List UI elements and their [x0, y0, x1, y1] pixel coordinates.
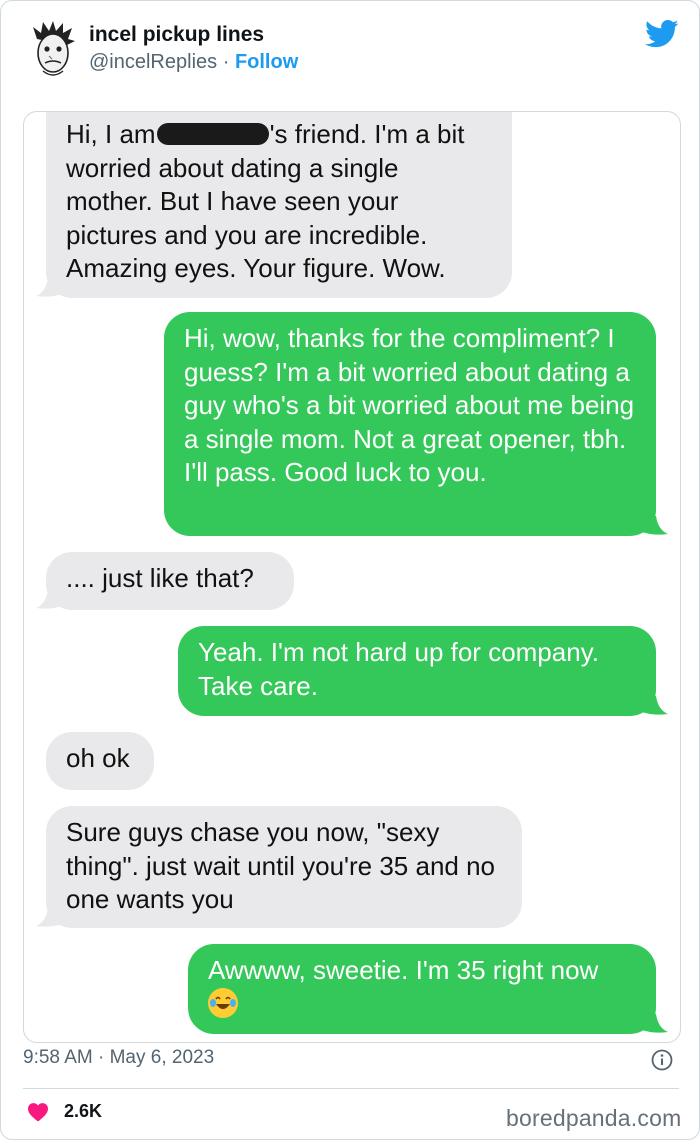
message-outgoing: Awwww, sweetie. I'm 35 right now — [188, 944, 656, 1034]
follow-button[interactable]: Follow — [235, 51, 298, 73]
tweet-card: incel pickup lines @incelReplies · Follo… — [0, 0, 700, 1140]
divider — [23, 1088, 679, 1089]
redacted-name — [156, 123, 269, 145]
message-outgoing: Yeah. I'm not hard up for company. Take … — [178, 626, 656, 716]
laughing-emoji-icon — [208, 987, 238, 1018]
message-text: Hi, wow, thanks for the compliment? I gu… — [184, 323, 635, 487]
author-name[interactable]: incel pickup lines — [89, 23, 264, 47]
message-incoming: oh ok — [46, 732, 154, 790]
message-text: Sure guys chase you now, "sexy thing". j… — [66, 817, 496, 914]
bubble-tail — [642, 696, 668, 715]
twitter-bird-icon[interactable] — [645, 19, 679, 49]
author-handle[interactable]: @incelReplies — [89, 51, 217, 73]
message-text: Awwww, sweetie. I'm 35 right now — [208, 955, 599, 985]
info-icon[interactable] — [651, 1049, 673, 1071]
message-incoming: Sure guys chase you now, "sexy thing". j… — [46, 806, 522, 928]
bubble-tail — [36, 908, 62, 927]
watermark: boredpanda.com — [506, 1105, 682, 1131]
message-text: Hi, I am — [66, 119, 156, 149]
author-handle-row: @incelReplies · Follow — [89, 51, 298, 74]
separator-dot: · — [222, 51, 230, 73]
tweet-timestamp[interactable]: 9:58 AM · May 6, 2023 — [23, 1047, 214, 1069]
message-text: oh ok — [66, 743, 130, 773]
message-text: Yeah. I'm not hard up for company. Take … — [198, 637, 599, 701]
avatar[interactable] — [23, 19, 83, 79]
message-outgoing: Hi, wow, thanks for the compliment? I gu… — [164, 312, 656, 536]
bubble-tail — [642, 516, 668, 535]
message-incoming: .... just like that? — [46, 552, 294, 610]
like-count[interactable]: 2.6K — [64, 1101, 102, 1122]
message-incoming: Hi, I am's friend. I'm a bit worried abo… — [46, 112, 512, 298]
conversation-screenshot: Hi, I am's friend. I'm a bit worried abo… — [23, 111, 681, 1043]
message-text: .... just like that? — [66, 563, 254, 593]
bubble-tail — [642, 1014, 668, 1033]
heart-icon[interactable] — [27, 1102, 49, 1122]
bubble-tail — [36, 590, 62, 609]
bubble-tail — [36, 278, 62, 297]
